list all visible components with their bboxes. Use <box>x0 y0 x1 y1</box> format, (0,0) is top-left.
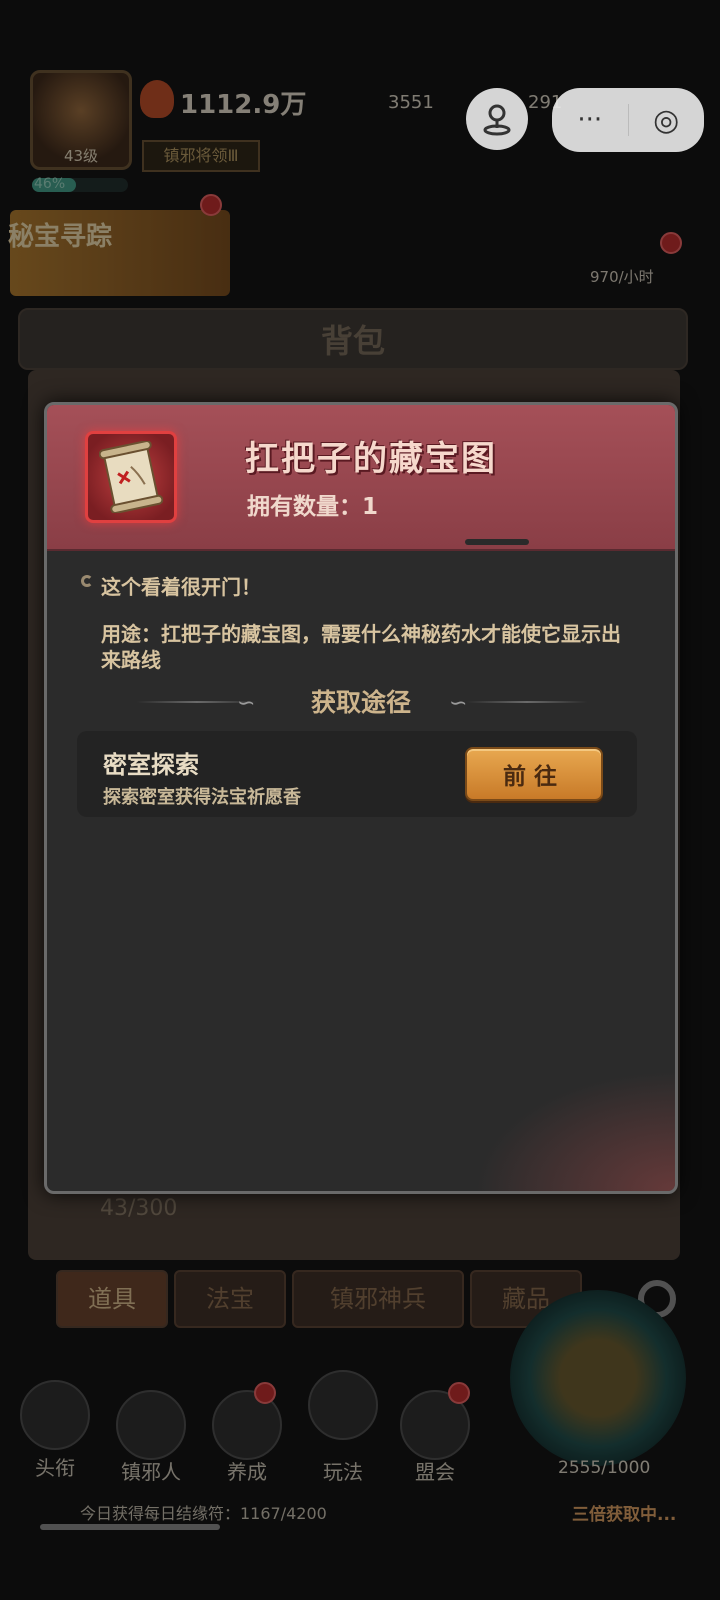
notification-dot-icon <box>660 232 682 254</box>
dragon-icon[interactable] <box>20 1380 90 1450</box>
daily-talisman-progress: 今日获得每日结缘符：1167/4200 <box>80 1504 327 1523</box>
tab-items[interactable]: 道具 <box>56 1270 168 1328</box>
tab-magic-treasures[interactable]: 法宝 <box>174 1270 286 1328</box>
nav-label-guild: 盟会 <box>415 1460 455 1484</box>
item-detail-popup: 扛把子的藏宝图 拥有数量：1 这个看着很开门！ 用途：扛把子的藏宝图，需要什么神… <box>44 402 678 1194</box>
income-rate: 970/小时 <box>590 268 654 286</box>
source-row: 密室探索 探索密室获得法宝祈愿香 前往 <box>77 731 637 817</box>
nav-label-cultivate: 养成 <box>227 1460 267 1484</box>
item-usage-text: 用途：扛把子的藏宝图，需要什么神秘药水才能使它显示出来路线 <box>101 622 621 672</box>
triple-bonus-status: 三倍获取中... <box>572 1505 677 1525</box>
daily-progress-bar <box>40 1524 220 1530</box>
compass-dial[interactable] <box>510 1290 686 1466</box>
item-name: 扛把子的藏宝图 <box>245 439 497 479</box>
nav-label-gameplay: 玩法 <box>323 1460 363 1484</box>
notification-dot-icon <box>254 1382 276 1404</box>
combat-power: 1112.9万 <box>180 90 307 120</box>
location-pin-icon <box>483 104 511 136</box>
exp-percent: 46% <box>34 176 66 192</box>
flame-icon <box>140 80 174 118</box>
source-description: 探索密室获得法宝祈愿香 <box>103 787 301 808</box>
close-target-icon: ◎ <box>653 102 680 138</box>
gold-count: 3551 <box>388 92 434 113</box>
source-name: 密室探索 <box>103 751 199 779</box>
notification-dot-icon <box>200 194 222 216</box>
popup-header: 扛把子的藏宝图 拥有数量：1 <box>47 405 675 551</box>
crossed-swords-icon[interactable] <box>308 1370 378 1440</box>
player-level: 43级 <box>63 147 99 165</box>
owned-quantity: 拥有数量：1 <box>247 494 379 520</box>
more-options-button[interactable]: ··· <box>552 105 628 135</box>
nav-label-exorcist: 镇邪人 <box>121 1460 181 1484</box>
ellipsis-icon: ··· <box>577 105 603 135</box>
treasure-map-icon <box>99 441 163 513</box>
nav-label-title: 头衔 <box>35 1456 75 1480</box>
treasure-banner-label: 秘宝寻踪 <box>8 222 113 252</box>
notification-dot-icon <box>448 1382 470 1404</box>
header-decoration <box>465 539 529 545</box>
character-icon[interactable] <box>116 1390 186 1460</box>
location-pin-button[interactable] <box>466 88 528 150</box>
close-mini-program-button[interactable]: ◎ <box>629 103 705 138</box>
stamina-count: 2555/1000 <box>558 1458 651 1478</box>
bag-capacity: 43/300 <box>100 1196 178 1221</box>
item-flavor-text: 这个看着很开门！ <box>101 575 261 599</box>
divider-right <box>467 701 587 703</box>
item-icon-frame <box>85 431 177 523</box>
goto-button[interactable]: 前往 <box>465 747 603 801</box>
title-badge[interactable]: 镇邪将领Ⅲ <box>142 140 260 172</box>
corner-glow <box>475 1071 675 1191</box>
mini-program-capsule: ··· ◎ <box>552 88 704 152</box>
bag-title: 背包 <box>320 322 385 360</box>
tab-divine-weapons[interactable]: 镇邪神兵 <box>292 1270 464 1328</box>
quote-swirl-icon <box>81 575 93 587</box>
swirl-right-icon: ∽ <box>449 691 468 716</box>
